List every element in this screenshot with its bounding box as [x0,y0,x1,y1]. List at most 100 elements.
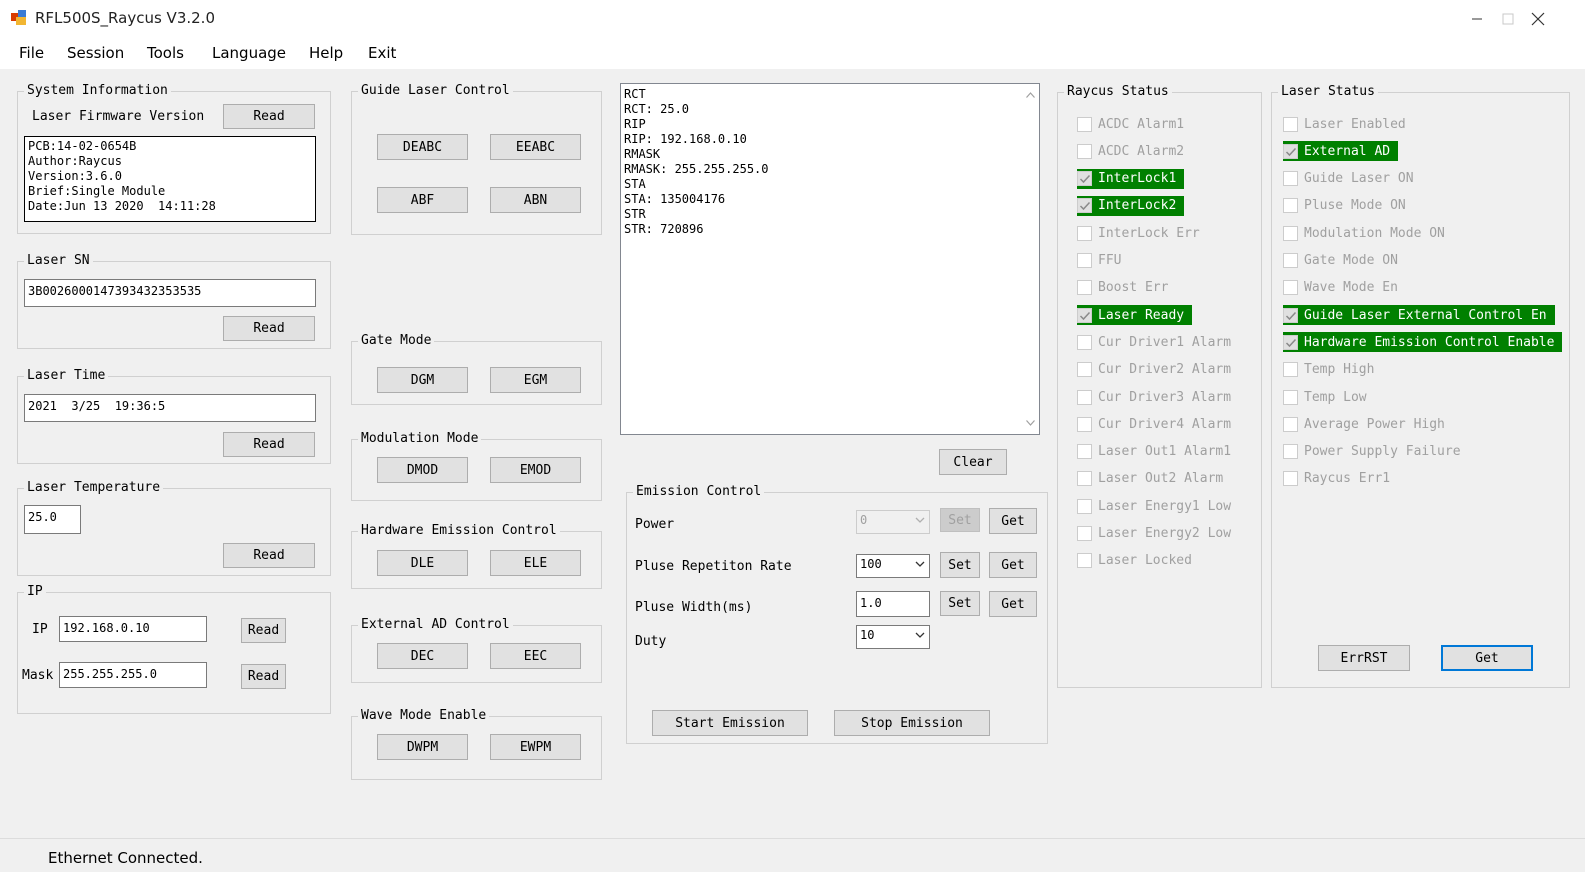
read-mask-button[interactable]: Read [241,664,286,689]
eec-button[interactable]: EEC [490,643,581,669]
menu-file[interactable]: File [19,44,44,62]
raycus-status-checkbox[interactable]: ACDC Alarm1 [1077,114,1184,134]
laser-status-checkbox[interactable]: Raycus Err1 [1283,469,1390,489]
checkbox-box[interactable] [1077,116,1092,132]
laser-status-checkbox[interactable]: Temp High [1283,360,1374,380]
checkbox-box[interactable] [1283,225,1298,241]
read-laser-time-button[interactable]: Read [223,432,315,457]
checkbox-box[interactable] [1077,389,1092,405]
dmod-button[interactable]: DMOD [377,457,468,483]
get-repetition-rate-button[interactable]: Get [989,552,1037,578]
ip-input[interactable]: 192.168.0.10 [59,616,207,642]
checkbox-box[interactable] [1283,280,1298,296]
raycus-status-checkbox[interactable]: InterLock2 [1077,195,1185,216]
dgm-button[interactable]: DGM [377,367,468,393]
laser-status-checkbox[interactable]: Power Supply Failure [1283,442,1461,462]
ele-button[interactable]: ELE [490,550,581,576]
raycus-status-checkbox[interactable]: Cur Driver4 Alarm [1077,414,1231,434]
checkbox-box[interactable] [1283,253,1298,268]
raycus-status-checkbox[interactable]: Laser Locked [1077,551,1192,571]
checkbox-box[interactable] [1077,526,1092,541]
checkbox-box[interactable] [1283,198,1298,214]
raycus-status-checkbox[interactable]: FFU [1077,251,1121,271]
raycus-status-checkbox[interactable]: Laser Energy2 Low [1077,524,1231,544]
laser-status-checkbox[interactable]: Gate Mode ON [1283,251,1398,271]
mask-input[interactable]: 255.255.255.0 [59,662,207,688]
laser-status-checkbox[interactable]: Modulation Mode ON [1283,223,1445,243]
get-power-button[interactable]: Get [989,508,1037,534]
abn-button[interactable]: ABN [490,187,581,213]
laser-status-checkbox[interactable]: Laser Enabled [1283,114,1406,134]
laser-status-checkbox[interactable]: Hardware Emission Control Enable [1283,332,1563,353]
set-pulse-width-button[interactable]: Set [940,591,980,616]
laser-status-checkbox[interactable]: Guide Laser ON [1283,169,1414,189]
laser-status-checkbox[interactable]: External AD [1283,141,1399,162]
read-ip-button[interactable]: Read [241,618,286,643]
response-log-textbox[interactable]: RCT RCT: 25.0 RIP RIP: 192.168.0.10 RMAS… [620,83,1040,435]
checkbox-box[interactable] [1077,307,1092,323]
checkbox-box[interactable] [1283,389,1298,405]
checkbox-box[interactable] [1283,334,1298,350]
laser-status-checkbox[interactable]: Temp Low [1283,387,1367,407]
checkbox-box[interactable] [1077,553,1092,569]
checkbox-box[interactable] [1283,362,1298,378]
raycus-status-checkbox[interactable]: Laser Out2 Alarm [1077,469,1223,489]
checkbox-box[interactable] [1283,171,1298,187]
menu-language[interactable]: Language [212,44,286,62]
eeabc-button[interactable]: EEABC [490,134,581,160]
checkbox-box[interactable] [1283,116,1298,132]
raycus-status-checkbox[interactable]: Cur Driver2 Alarm [1077,360,1231,380]
checkbox-box[interactable] [1077,444,1092,460]
checkbox-box[interactable] [1077,225,1092,241]
get-pulse-width-button[interactable]: Get [989,591,1037,617]
raycus-status-checkbox[interactable]: Cur Driver3 Alarm [1077,387,1231,407]
checkbox-box[interactable] [1077,280,1092,296]
raycus-status-checkbox[interactable]: Laser Energy1 Low [1077,496,1231,516]
stop-emission-button[interactable]: Stop Emission [834,710,990,736]
checkbox-box[interactable] [1283,444,1298,460]
laser-status-checkbox[interactable]: Wave Mode En [1283,278,1398,298]
checkbox-box[interactable] [1077,498,1092,514]
menu-session[interactable]: Session [67,44,124,62]
dwpm-button[interactable]: DWPM [377,734,468,760]
deabc-button[interactable]: DEABC [377,134,468,160]
checkbox-box[interactable] [1283,471,1298,487]
menu-help[interactable]: Help [309,44,343,62]
checkbox-box[interactable] [1077,143,1092,159]
laser-status-checkbox[interactable]: Average Power High [1283,414,1445,434]
checkbox-box[interactable] [1077,416,1092,432]
checkbox-box[interactable] [1283,307,1298,323]
laser-status-checkbox[interactable]: Pluse Mode ON [1283,196,1406,216]
raycus-status-checkbox[interactable]: Cur Driver1 Alarm [1077,332,1231,352]
close-window-button[interactable] [1508,0,1568,37]
laser-time-input[interactable]: 2021 3/25 19:36:5 [24,394,316,422]
emod-button[interactable]: EMOD [490,457,581,483]
read-laser-temperature-button[interactable]: Read [223,543,315,568]
laser-temperature-input[interactable]: 25.0 [24,505,81,534]
checkbox-box[interactable] [1077,362,1092,378]
power-select[interactable]: 0 [856,510,930,534]
laser-sn-input[interactable]: 3B0026000147393432353535 [24,279,316,307]
duty-select[interactable]: 10 [856,625,930,649]
checkbox-box[interactable] [1077,198,1092,214]
errrst-button[interactable]: ErrRST [1318,645,1410,671]
start-emission-button[interactable]: Start Emission [652,710,808,736]
checkbox-box[interactable] [1283,143,1298,159]
checkbox-box[interactable] [1077,334,1092,350]
get-laser-status-button[interactable]: Get [1441,645,1533,671]
egm-button[interactable]: EGM [490,367,581,393]
checkbox-box[interactable] [1077,471,1092,487]
raycus-status-checkbox[interactable]: Boost Err [1077,278,1168,298]
firmware-info-textbox[interactable]: PCB:14-02-0654B Author:Raycus Version:3.… [24,136,316,222]
checkbox-box[interactable] [1283,416,1298,432]
raycus-status-checkbox[interactable]: InterLock1 [1077,168,1185,189]
pulse-width-input[interactable]: 1.0 [856,591,930,617]
raycus-status-checkbox[interactable]: ACDC Alarm2 [1077,141,1184,161]
raycus-status-checkbox[interactable]: InterLock Err [1077,223,1200,243]
read-firmware-button[interactable]: Read [223,104,315,129]
set-power-button[interactable]: Set [940,508,980,532]
raycus-status-checkbox[interactable]: Laser Ready [1077,305,1193,326]
abf-button[interactable]: ABF [377,187,468,213]
log-scrollbar[interactable] [1022,84,1039,434]
raycus-status-checkbox[interactable]: Laser Out1 Alarm1 [1077,442,1231,462]
